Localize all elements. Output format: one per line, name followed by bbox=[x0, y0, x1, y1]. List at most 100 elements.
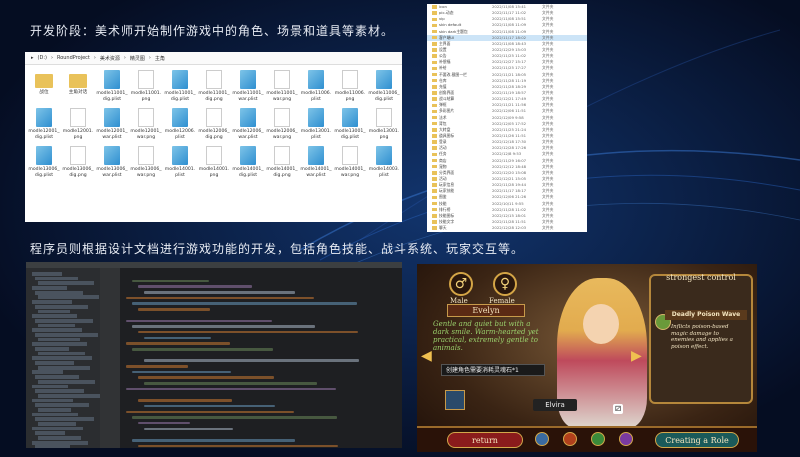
tree-node[interactable] bbox=[38, 436, 81, 440]
code-line bbox=[144, 404, 275, 408]
class-icon-4[interactable] bbox=[619, 432, 633, 446]
file-item[interactable]: modle11006_dig.plist bbox=[367, 68, 401, 106]
file-item[interactable]: modle11001_dig.plist bbox=[95, 68, 129, 106]
file-item[interactable]: modle13006_dig.png bbox=[61, 144, 95, 182]
file-item[interactable]: modle14003.plist bbox=[367, 144, 401, 182]
file-item[interactable]: modle12001_war.plist bbox=[95, 106, 129, 144]
file-item[interactable]: modle11001.png bbox=[129, 68, 163, 106]
tree-node[interactable] bbox=[35, 290, 83, 295]
tree-node[interactable] bbox=[38, 351, 85, 356]
file-item[interactable]: modle12006_war.png bbox=[265, 106, 299, 144]
tree-node[interactable] bbox=[35, 304, 88, 309]
file-item[interactable]: modle14001.png bbox=[197, 144, 231, 182]
folder-name-text: 创角界面 bbox=[439, 89, 455, 95]
tree-node[interactable] bbox=[32, 370, 63, 375]
plist-file-icon bbox=[376, 146, 392, 165]
file-item[interactable]: modle13006_war.plist bbox=[95, 144, 129, 182]
folder-icon bbox=[432, 164, 437, 169]
tree-node[interactable] bbox=[35, 332, 98, 337]
address-bar[interactable]: ▸ (D:) › RoundProject › 美术资源 › 精灵图 › 主角 bbox=[25, 52, 402, 65]
file-item[interactable]: modle11001_dig.png bbox=[197, 68, 231, 106]
file-item[interactable]: modle12001_dig.plist bbox=[27, 106, 61, 144]
create-role-button[interactable]: Creating a Role bbox=[655, 432, 739, 448]
file-item[interactable]: modle13006_dig.plist bbox=[27, 144, 61, 182]
tree-node[interactable] bbox=[38, 323, 75, 328]
tree-node[interactable] bbox=[35, 318, 93, 323]
tree-node[interactable] bbox=[35, 403, 89, 408]
file-item[interactable]: 战位 bbox=[27, 68, 61, 106]
tree-node[interactable] bbox=[38, 281, 94, 286]
tree-node[interactable] bbox=[38, 379, 95, 384]
breadcrumb-4[interactable]: 主角 bbox=[155, 55, 165, 62]
tree-node[interactable] bbox=[38, 407, 71, 412]
return-button[interactable]: return bbox=[447, 432, 523, 448]
class-icon-2[interactable] bbox=[563, 432, 577, 446]
file-item[interactable]: 主角对话 bbox=[61, 68, 95, 106]
file-item[interactable]: modle12006.plist bbox=[163, 106, 197, 144]
tree-node[interactable] bbox=[35, 431, 65, 436]
next-character-arrow-icon[interactable]: ▶ bbox=[631, 348, 642, 368]
tree-node[interactable] bbox=[32, 440, 88, 445]
tree-node[interactable] bbox=[32, 384, 68, 389]
tree-node[interactable] bbox=[35, 347, 69, 351]
breadcrumb-1[interactable]: RoundProject bbox=[57, 55, 90, 61]
file-item[interactable]: modle11006.png bbox=[333, 68, 367, 106]
tree-node[interactable] bbox=[32, 356, 92, 361]
file-item[interactable]: modle12006_dig.png bbox=[197, 106, 231, 144]
tree-node[interactable] bbox=[35, 389, 84, 393]
file-item[interactable]: modle14001_dig.plist bbox=[231, 144, 265, 182]
file-item[interactable]: modle11001_war.png bbox=[265, 68, 299, 106]
tree-node[interactable] bbox=[32, 314, 77, 318]
tree-node[interactable] bbox=[32, 426, 83, 431]
code-area[interactable] bbox=[126, 274, 402, 448]
male-gender-icon[interactable]: ♂ bbox=[449, 272, 473, 296]
file-item[interactable]: modle14001_war.png bbox=[333, 144, 367, 182]
file-item[interactable]: modle14001_dig.png bbox=[265, 144, 299, 182]
class-icon-3[interactable] bbox=[591, 432, 605, 446]
tree-node[interactable] bbox=[35, 361, 74, 365]
tree-node[interactable] bbox=[32, 272, 62, 276]
file-item[interactable]: modle13006_war.png bbox=[129, 144, 163, 182]
file-item[interactable]: modle12001_war.png bbox=[129, 106, 163, 144]
tree-node[interactable] bbox=[35, 417, 94, 422]
tree-node[interactable] bbox=[38, 393, 100, 398]
tree-node[interactable] bbox=[38, 422, 76, 426]
tree-node[interactable] bbox=[32, 328, 82, 333]
folder-icon bbox=[432, 97, 437, 101]
folder-row[interactable]: 聊天 2022/12/28 12:03 文件夹 bbox=[427, 225, 587, 231]
tree-node[interactable] bbox=[35, 375, 79, 379]
breadcrumb-0[interactable]: (D:) bbox=[38, 55, 47, 61]
breadcrumb-2[interactable]: 美术资源 bbox=[100, 55, 120, 62]
file-item[interactable]: modle14001.plist bbox=[163, 144, 197, 182]
file-item[interactable]: modle13001_dig.plist bbox=[333, 106, 367, 144]
tree-node[interactable] bbox=[35, 276, 78, 281]
tree-node[interactable] bbox=[32, 398, 73, 403]
tree-node[interactable] bbox=[35, 445, 70, 448]
class-icon-1[interactable] bbox=[535, 432, 549, 446]
file-item[interactable]: modle11001_dig.plist bbox=[163, 68, 197, 106]
tree-node[interactable] bbox=[38, 365, 90, 370]
tree-node[interactable] bbox=[32, 300, 72, 304]
tree-node[interactable] bbox=[38, 309, 70, 314]
random-dice-icon[interactable]: ⚂ bbox=[613, 404, 623, 414]
file-name: modle11001.png bbox=[130, 91, 162, 102]
file-item[interactable]: modle14001_war.plist bbox=[299, 144, 333, 182]
file-item[interactable]: modle13001.plist bbox=[299, 106, 333, 144]
file-item[interactable]: modle12006_war.plist bbox=[231, 106, 265, 144]
project-tree[interactable] bbox=[26, 268, 100, 448]
folder-row-name: 聊天 bbox=[432, 225, 492, 231]
breadcrumb-3[interactable]: 精灵图 bbox=[130, 55, 145, 62]
tree-node[interactable] bbox=[38, 337, 80, 342]
tree-node[interactable] bbox=[32, 286, 67, 290]
file-name: modle14001_dig.plist bbox=[232, 167, 264, 178]
prev-character-arrow-icon[interactable]: ◀ bbox=[421, 348, 432, 368]
tree-node[interactable] bbox=[32, 342, 87, 347]
female-gender-icon[interactable]: ♀ bbox=[493, 272, 517, 296]
file-item[interactable]: modle11006.plist bbox=[299, 68, 333, 106]
code-line bbox=[144, 382, 317, 385]
file-item[interactable]: modle12001.png bbox=[61, 106, 95, 144]
tree-node[interactable] bbox=[38, 295, 99, 300]
file-item[interactable]: modle13001.png bbox=[367, 106, 401, 144]
tree-node[interactable] bbox=[32, 412, 78, 417]
file-item[interactable]: modle11001_war.plist bbox=[231, 68, 265, 106]
